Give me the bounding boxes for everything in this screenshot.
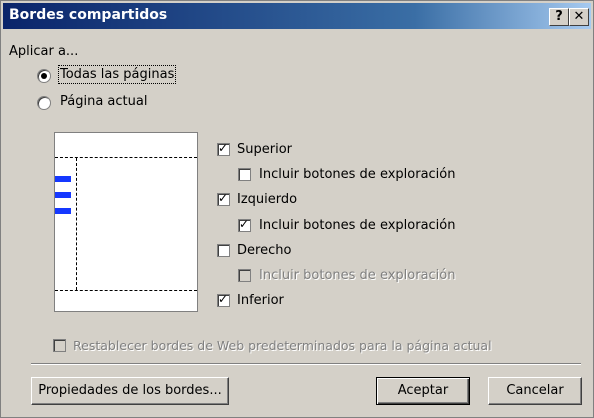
left-border-line [76, 158, 77, 290]
checkmark-icon: ✓ [239, 217, 250, 231]
border-preview [54, 132, 198, 312]
help-button[interactable]: ? [549, 8, 569, 26]
radio-all-pages[interactable] [37, 69, 51, 83]
radio-current-page-label[interactable]: Página actual [60, 94, 147, 109]
nav-button-marker [55, 208, 71, 214]
radio-selected-dot [41, 73, 47, 79]
bottom-border-line [55, 290, 197, 291]
checkbox-bottom-label[interactable]: Inferior [237, 293, 284, 308]
nav-button-marker [55, 176, 71, 182]
radio-current-page[interactable] [37, 96, 51, 110]
checkbox-left-label[interactable]: Izquierdo [237, 192, 297, 207]
checkbox-left[interactable]: ✓ [217, 191, 230, 206]
checkmark-icon: ✓ [218, 292, 229, 306]
border-properties-button[interactable]: Propiedades de los bordes... [31, 377, 229, 405]
checkbox-left-nav[interactable]: ✓ [238, 217, 251, 232]
close-button[interactable]: ✕ [569, 8, 589, 26]
nav-button-marker [55, 192, 71, 198]
checkbox-top-label[interactable]: Superior [237, 142, 292, 157]
checkbox-bottom[interactable]: ✓ [217, 292, 230, 307]
title-bar[interactable]: Bordes compartidos ? ✕ [3, 3, 591, 29]
checkbox-right-nav[interactable] [238, 269, 251, 282]
checkmark-icon: ✓ [218, 141, 229, 155]
checkbox-right-nav-label[interactable]: Incluir botones de exploración [259, 268, 456, 283]
cancel-button[interactable]: Cancelar [488, 377, 582, 405]
radio-all-pages-label[interactable]: Todas las páginas [57, 65, 177, 84]
shared-borders-dialog: Bordes compartidos ? ✕ Aplicar a... Toda… [0, 0, 594, 418]
checkbox-top-nav-label[interactable]: Incluir botones de exploración [259, 167, 456, 182]
dialog-title: Bordes compartidos [9, 7, 168, 23]
separator [31, 363, 581, 365]
ok-button[interactable]: Aceptar [376, 377, 470, 405]
close-icon: ✕ [573, 9, 585, 24]
checkbox-reset-defaults-label[interactable]: Restablecer bordes de Web predeterminado… [73, 338, 492, 353]
checkbox-top[interactable]: ✓ [217, 141, 230, 156]
checkbox-left-nav-label[interactable]: Incluir botones de exploración [259, 218, 456, 233]
checkbox-right-label[interactable]: Derecho [237, 243, 291, 258]
checkbox-top-nav[interactable] [238, 168, 251, 181]
apply-to-label: Aplicar a... [9, 44, 79, 59]
checkbox-right[interactable] [217, 244, 230, 257]
checkmark-icon: ✓ [218, 191, 229, 205]
checkbox-reset-defaults[interactable] [53, 339, 66, 352]
